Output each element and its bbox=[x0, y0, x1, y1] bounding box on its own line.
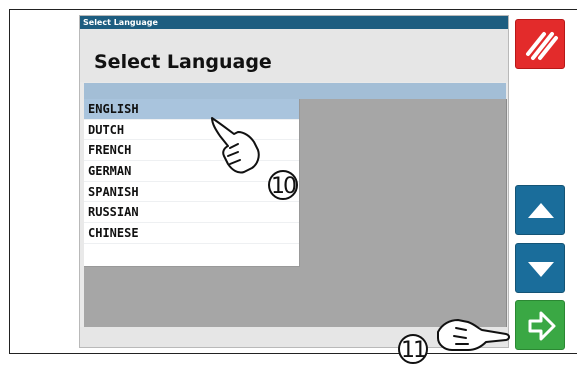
step-callout: 11 bbox=[398, 334, 428, 364]
arrow-down-icon bbox=[528, 262, 554, 277]
content-area: ENGLISH DUTCH FRENCH GERMAN SPANISH RUSS… bbox=[84, 99, 507, 327]
language-item-russian[interactable]: RUSSIAN bbox=[84, 202, 299, 224]
scroll-up-button[interactable] bbox=[515, 185, 565, 235]
language-item-spanish[interactable]: SPANISH bbox=[84, 182, 299, 203]
page-title: Select Language bbox=[94, 51, 272, 73]
confirm-button[interactable] bbox=[515, 300, 565, 350]
pointing-hand-icon bbox=[211, 117, 260, 174]
enter-arrow-icon bbox=[528, 311, 556, 341]
cancel-button[interactable] bbox=[515, 19, 565, 69]
page-header: Select Language bbox=[80, 29, 508, 82]
list-header-strip bbox=[84, 83, 506, 100]
window-title-bar: Select Language bbox=[80, 16, 508, 29]
arrow-up-icon bbox=[528, 203, 554, 218]
scroll-down-button[interactable] bbox=[515, 243, 565, 293]
diagonal-stripes-icon bbox=[526, 32, 558, 60]
pointing-hand-icon bbox=[437, 319, 510, 351]
step-callout: 10 bbox=[268, 170, 298, 200]
language-item-chinese[interactable]: CHINESE bbox=[84, 223, 299, 244]
